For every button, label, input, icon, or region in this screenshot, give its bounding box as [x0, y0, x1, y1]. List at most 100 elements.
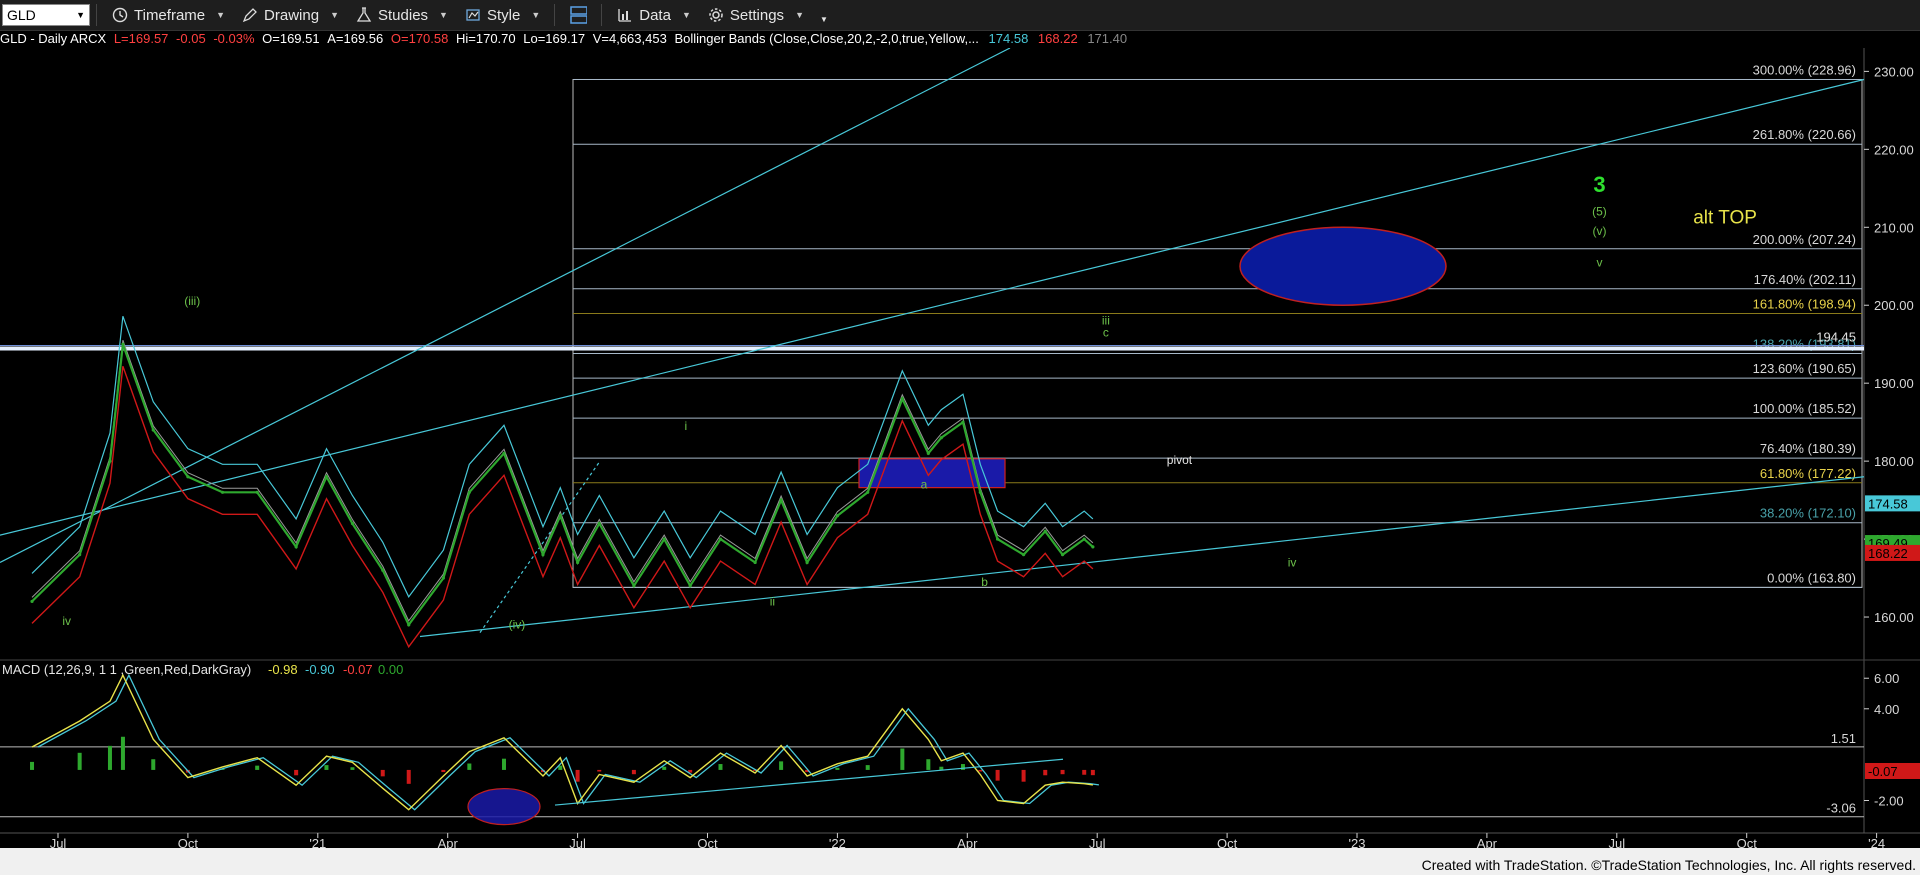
- x-tick-label: Jul: [1608, 836, 1625, 848]
- macd-histogram-bar: [1060, 769, 1065, 775]
- clock-icon: [111, 6, 129, 24]
- y-tick-label: 160.00: [1874, 610, 1914, 625]
- style-label: Style: [486, 6, 521, 24]
- macd-histogram-bar: [597, 769, 602, 772]
- chevron-down-icon: ▼: [531, 10, 541, 20]
- fib-level-label: 61.80% (177.22): [1760, 466, 1856, 481]
- x-tick-label: Jul: [569, 836, 586, 848]
- fib-level-label: 161.80% (198.94): [1753, 296, 1856, 311]
- price-point: [381, 568, 385, 572]
- timeframe-button[interactable]: Timeframe ▼: [103, 6, 233, 24]
- macd-line: [31, 673, 1093, 811]
- wave-label: (v): [1592, 224, 1606, 238]
- wave-label: ii: [770, 594, 775, 608]
- fib-frame: [572, 78, 1863, 588]
- settings-button[interactable]: Settings ▼: [699, 6, 812, 24]
- price-point: [1043, 529, 1047, 533]
- price-point: [576, 560, 580, 565]
- volume: V=4,663,453: [592, 31, 667, 46]
- wave-label: v: [1596, 255, 1602, 269]
- studies-button[interactable]: Studies ▼: [347, 6, 456, 24]
- price-point: [294, 545, 298, 549]
- macd-histogram-bar: [865, 765, 870, 770]
- price-point: [900, 397, 904, 401]
- chevron-down-icon: ▼: [681, 10, 691, 20]
- chevron-down-icon: ▼: [76, 10, 85, 20]
- wave-label: pivot: [1167, 453, 1193, 467]
- wave-label: b: [981, 575, 988, 589]
- macd-histogram-bar: [350, 767, 355, 770]
- price-point: [541, 553, 545, 557]
- price-point: [30, 599, 34, 604]
- flask-icon: [355, 6, 373, 24]
- symbol-selector[interactable]: GLD ▼: [2, 4, 90, 26]
- fib-level-label: 176.40% (202.11): [1754, 272, 1856, 287]
- timeframe-label: Timeframe: [134, 6, 206, 24]
- x-tick-label: Jul: [50, 836, 67, 848]
- macd-hist-value: -0.07: [343, 662, 373, 677]
- drawing-label: Drawing: [264, 6, 320, 24]
- price-point: [151, 428, 155, 432]
- price-point: [558, 514, 562, 518]
- layout-button[interactable]: [561, 6, 595, 24]
- price-tag-label: 174.58: [1868, 496, 1908, 511]
- price-chart[interactable]: 160.00170.00180.00190.00200.00210.00220.…: [0, 48, 1920, 848]
- wave-label: (5): [1592, 205, 1607, 219]
- style-icon: [464, 6, 482, 24]
- price-point: [688, 584, 692, 588]
- net-change: -0.05: [176, 31, 206, 46]
- macd-histogram-bar: [441, 769, 446, 773]
- price-point: [1091, 545, 1095, 549]
- wave-label: 3: [1593, 172, 1605, 197]
- fib-level-label: 300.00% (228.96): [1753, 62, 1856, 77]
- ask-price: A=169.56: [327, 31, 384, 46]
- price-point: [78, 553, 82, 557]
- fib-level-label: 200.00% (207.24): [1753, 232, 1856, 247]
- footer-copyright: Created with TradeStation. ©TradeStation…: [1421, 857, 1916, 873]
- macd-tick-label: 4.00: [1874, 702, 1899, 717]
- y-tick-label: 230.00: [1874, 64, 1914, 79]
- x-tick-label: Oct: [1737, 836, 1758, 848]
- macd-highlight-zone: [467, 788, 541, 826]
- drawing-button[interactable]: Drawing ▼: [233, 6, 347, 24]
- price-point: [121, 342, 125, 346]
- macd-histogram-bar: [1090, 769, 1095, 776]
- resistance-label: 194.45: [1816, 329, 1856, 344]
- y-tick-label: 200.00: [1874, 298, 1914, 313]
- toolbar-divider: [601, 4, 603, 26]
- price-point: [324, 475, 329, 479]
- studies-label: Studies: [378, 6, 429, 24]
- wave-label: iv: [1288, 555, 1297, 569]
- macd-histogram-bar: [1021, 769, 1026, 782]
- trendline: [419, 476, 1865, 638]
- bollinger-lower: [31, 365, 1094, 649]
- bollinger-upper: [31, 315, 1094, 598]
- price-tag-label: 168.22: [1868, 546, 1908, 561]
- layout-icon: [569, 6, 588, 24]
- macd-histogram-bar: [151, 759, 156, 770]
- x-tick-label: Oct: [697, 836, 718, 848]
- footer: Created with TradeStation. ©TradeStation…: [0, 848, 1920, 875]
- x-tick-label: Oct: [178, 836, 199, 848]
- wave-label: i: [685, 419, 688, 433]
- bb-lower-value: 168.22: [1037, 31, 1078, 46]
- macd-histogram-bar: [324, 765, 329, 770]
- price-point: [255, 490, 259, 494]
- toolbar: GLD ▼ Timeframe ▼ Drawing ▼ Studies ▼ St…: [0, 0, 1920, 31]
- price-point: [502, 451, 506, 455]
- macd-histogram-bar: [255, 765, 260, 770]
- fib-level-label: 261.80% (220.66): [1753, 127, 1856, 142]
- data-button[interactable]: Data ▼: [608, 6, 699, 24]
- macd-histogram-bar: [120, 736, 125, 770]
- style-button[interactable]: Style ▼: [456, 6, 548, 24]
- macd-histogram-bar: [1043, 769, 1048, 776]
- fib-level-label: 76.40% (180.39): [1760, 441, 1856, 456]
- macd-signal-line: [37, 673, 1099, 811]
- wave-label: (iii): [184, 294, 200, 308]
- macd-histogram-bar: [960, 764, 965, 770]
- x-tick-label: Apr: [1477, 836, 1498, 848]
- y-tick-label: 190.00: [1874, 376, 1914, 391]
- macd-histogram-bar: [1082, 769, 1087, 775]
- bb-upper-value: 174.58: [988, 31, 1029, 46]
- more-button[interactable]: ▼: [812, 7, 836, 24]
